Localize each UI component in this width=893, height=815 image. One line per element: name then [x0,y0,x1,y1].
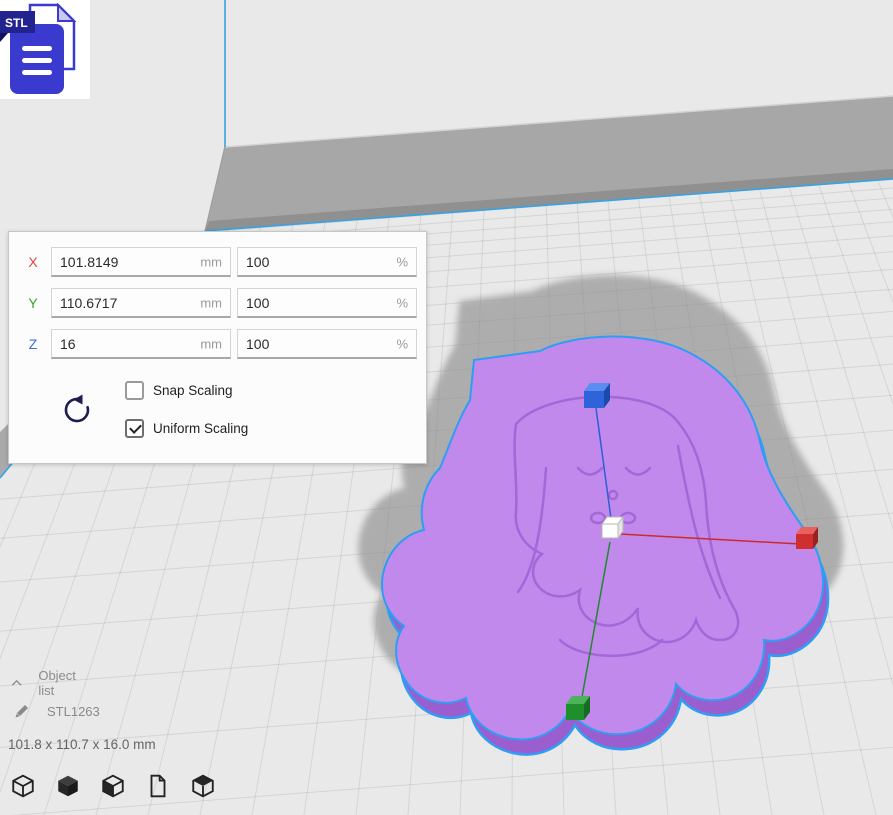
scale-x-mm-field: mm [51,247,231,277]
scale-row-z: Z mm % [9,328,426,360]
model-dimensions-label: 101.8 x 110.7 x 16.0 mm [8,737,156,752]
scale-y-mm-field: mm [51,288,231,318]
cube-solid-icon [55,773,81,799]
cube-outline-button[interactable] [8,772,38,802]
uniform-scaling-label: Uniform Scaling [153,421,248,436]
axis-y-label: Y [23,295,43,311]
axis-z-label: Z [23,336,43,352]
checkmark-icon [129,421,142,434]
scale-handle-y[interactable] [566,696,590,720]
document-icon [145,773,171,799]
cube-shaded-button[interactable] [98,772,128,802]
application-window: STL X mm % Y mm % [0,0,893,815]
scale-handle-z[interactable] [584,383,610,408]
reset-scale-button[interactable] [59,392,95,428]
uniform-scaling-checkbox[interactable] [125,419,144,438]
document-view-button[interactable] [143,772,173,802]
snap-scaling-label: Snap Scaling [153,383,233,398]
scale-y-percent-field: % [237,288,417,318]
scale-x-percent-field: % [237,247,417,277]
view-toolbar [8,772,218,802]
scale-tool-panel: X mm % Y mm % Z mm [8,231,427,464]
scale-y-percent-input[interactable] [238,289,416,316]
cube-solid-button[interactable] [53,772,83,802]
scale-z-percent-input[interactable] [238,330,416,357]
snap-scaling-option[interactable]: Snap Scaling [125,381,233,400]
uniform-scaling-option[interactable]: Uniform Scaling [125,419,248,438]
scale-handle-x[interactable] [796,527,818,549]
object-list-title: Object list [38,668,80,698]
scale-x-percent-input[interactable] [238,248,416,275]
cube-open-icon [190,773,216,799]
scale-x-mm-input[interactable] [52,248,230,275]
snap-scaling-checkbox[interactable] [125,381,144,400]
chevron-up-icon [10,677,23,689]
object-item-name: STL1263 [47,704,100,719]
scale-z-mm-field: mm [51,329,231,359]
scale-z-mm-input[interactable] [52,330,230,357]
stl-banner-label: STL [5,16,28,30]
stl-file-icon: STL [0,0,90,99]
object-list-item[interactable]: STL1263 [12,702,100,720]
cube-shaded-icon [100,773,126,799]
scale-handle-center[interactable] [602,517,623,538]
scale-z-percent-field: % [237,329,417,359]
reset-icon [60,392,94,426]
scale-row-y: Y mm % [9,287,426,319]
scale-row-x: X mm % [9,246,426,278]
scale-y-mm-input[interactable] [52,289,230,316]
cube-open-button[interactable] [188,772,218,802]
object-list-header[interactable]: Object list [10,668,81,698]
pencil-icon [12,702,32,720]
document-front-page-icon [10,24,64,94]
axis-x-label: X [23,254,43,270]
cube-outline-icon [10,773,36,799]
